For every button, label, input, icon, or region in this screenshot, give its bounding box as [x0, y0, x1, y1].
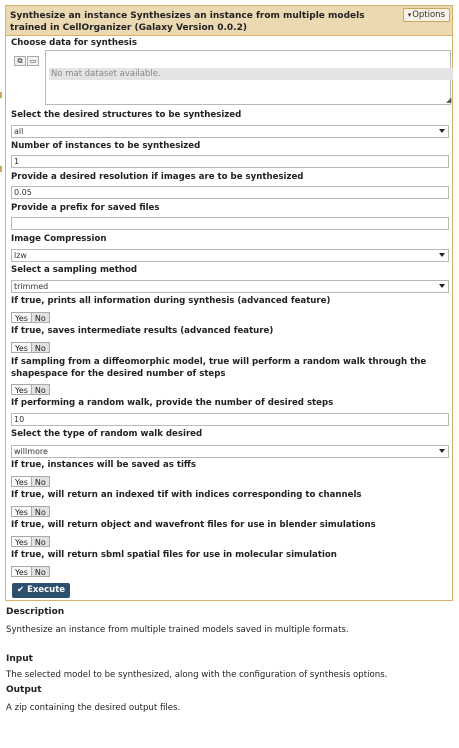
blender-toggle[interactable]: Yes No [11, 536, 50, 547]
steps-value: 10 [14, 415, 25, 424]
compression-select[interactable]: lzw [11, 249, 449, 262]
walk-type-select[interactable]: willmore [11, 445, 449, 458]
input-text: The selected model to be synthesized, al… [6, 670, 388, 680]
tiff-toggle[interactable]: Yes No [11, 476, 50, 487]
tiff-yes[interactable]: Yes [11, 476, 31, 487]
structures-value: all [14, 127, 24, 136]
walk-yes[interactable]: Yes [11, 384, 31, 395]
blender-yes[interactable]: Yes [11, 536, 31, 547]
walk-label: If sampling from a diffeomorphic model, … [11, 357, 427, 379]
blender-label: If true, will return object and wavefron… [11, 520, 376, 530]
walk-type-value: willmore [14, 447, 48, 456]
prefix-label: Provide a prefix for saved files [11, 203, 160, 213]
execute-button[interactable]: ✔ Execute [12, 583, 71, 598]
instances-value: 1 [14, 157, 20, 166]
form-body: Choose data for synthesis ⧉ ▭ No mat dat… [5, 0, 453, 748]
sampling-value: trimmed [14, 282, 49, 291]
tiff-label: If true, instances will be saved as tiff… [11, 460, 196, 470]
input-heading: Input [6, 654, 33, 664]
dataset-placeholder: No mat dataset available. [49, 68, 453, 80]
compression-label: Image Compression [11, 234, 107, 244]
debug-no[interactable]: No [30, 342, 50, 353]
instances-label: Number of instances to be synthesized [11, 141, 201, 151]
folder-icon[interactable]: ▭ [27, 56, 39, 66]
execute-label: Execute [27, 585, 66, 595]
sbml-label: If true, will return sbml spatial files … [11, 550, 337, 560]
caret-down-icon [439, 449, 445, 453]
walk-no[interactable]: No [30, 384, 50, 395]
caret-down-icon [439, 253, 445, 257]
prefix-input[interactable] [11, 217, 449, 230]
steps-label: If performing a random walk, provide the… [11, 398, 334, 408]
copy-icon[interactable]: ⧉ [14, 56, 26, 66]
sbml-no[interactable]: No [30, 566, 50, 577]
instances-input[interactable]: 1 [11, 155, 449, 168]
debug-yes[interactable]: Yes [11, 342, 31, 353]
debug-label: If true, saves intermediate results (adv… [11, 326, 274, 336]
sbml-yes[interactable]: Yes [11, 566, 31, 577]
verbose-no[interactable]: No [30, 312, 50, 323]
walk-type-label: Select the type of random walk desired [11, 429, 203, 439]
left-gutter-mark [0, 92, 2, 98]
data-label: Choose data for synthesis [11, 38, 137, 48]
steps-input[interactable]: 10 [11, 413, 449, 426]
sbml-toggle[interactable]: Yes No [11, 566, 50, 577]
description-text: Synthesize an instance from multiple tra… [6, 625, 349, 635]
verbose-label: If true, prints all information during s… [11, 296, 331, 306]
compression-value: lzw [14, 251, 27, 260]
resize-handle-icon[interactable]: ◢ [446, 96, 451, 104]
sampling-label: Select a sampling method [11, 265, 138, 275]
left-gutter-mark [0, 166, 2, 172]
check-icon: ✔ [17, 585, 25, 595]
caret-down-icon [439, 129, 445, 133]
verbose-yes[interactable]: Yes [11, 312, 31, 323]
resolution-label: Provide a desired resolution if images a… [11, 172, 304, 182]
indexed-yes[interactable]: Yes [11, 506, 31, 517]
walk-toggle[interactable]: Yes No [11, 384, 50, 395]
description-heading: Description [6, 607, 65, 617]
blender-no[interactable]: No [30, 536, 50, 547]
structures-label: Select the desired structures to be synt… [11, 110, 242, 120]
indexed-label: If true, will return an indexed tif with… [11, 490, 362, 500]
caret-down-icon [439, 284, 445, 288]
indexed-no[interactable]: No [30, 506, 50, 517]
debug-toggle[interactable]: Yes No [11, 342, 50, 353]
verbose-toggle[interactable]: Yes No [11, 312, 50, 323]
output-heading: Output [6, 685, 42, 695]
output-text: A zip containing the desired output file… [6, 703, 181, 713]
resolution-input[interactable]: 0.05 [11, 186, 449, 199]
tiff-no[interactable]: No [30, 476, 50, 487]
indexed-toggle[interactable]: Yes No [11, 506, 50, 517]
sampling-select[interactable]: trimmed [11, 280, 449, 293]
resolution-value: 0.05 [14, 188, 32, 197]
structures-select[interactable]: all [11, 125, 449, 138]
